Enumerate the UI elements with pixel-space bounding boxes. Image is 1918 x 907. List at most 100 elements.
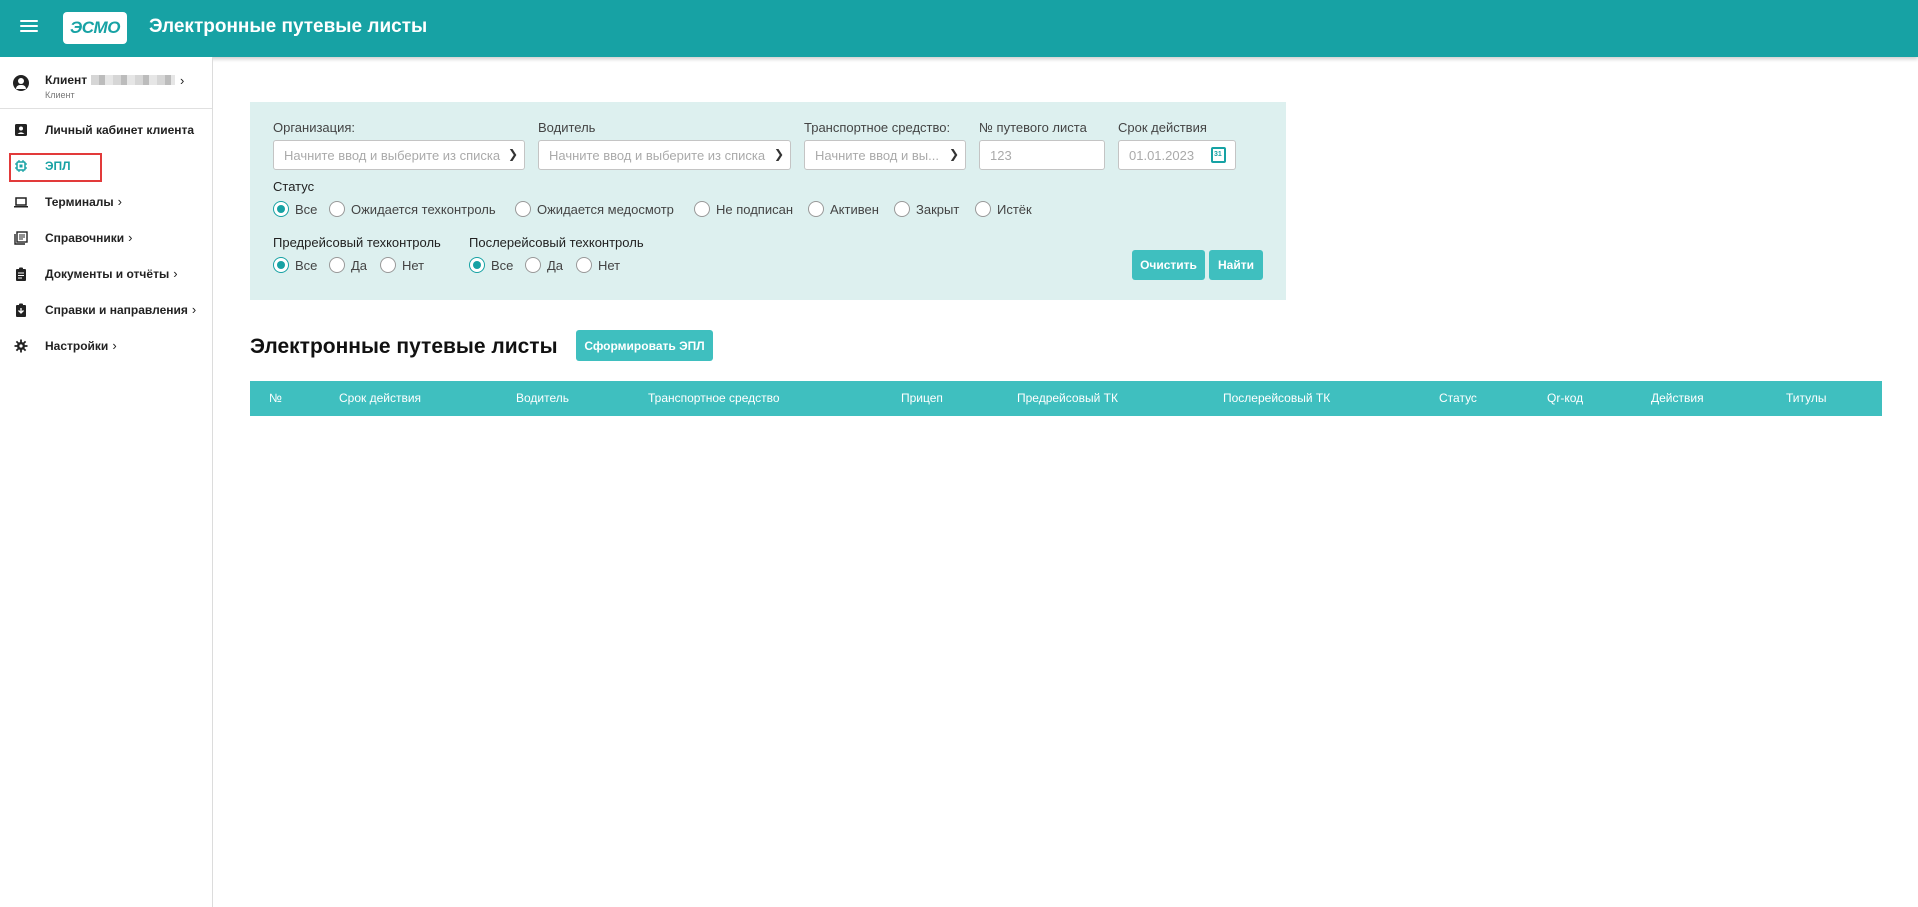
status-option-label: Закрыт xyxy=(916,202,960,217)
status-radio-unsigned[interactable] xyxy=(694,201,710,217)
waybill-number-placeholder: 123 xyxy=(990,148,1012,163)
sidebar: Клиент › Клиент Личный кабинет клиента Э… xyxy=(0,57,213,907)
chevron-right-icon: › xyxy=(117,194,122,209)
chevron-right-icon: › xyxy=(180,73,185,88)
sidebar-item-label: Справки и направления xyxy=(45,303,188,317)
chevron-right-icon: › xyxy=(191,302,197,317)
client-account[interactable]: Клиент › Клиент xyxy=(0,57,212,109)
column-header-validity[interactable]: Срок действия xyxy=(339,391,421,405)
contact-card-icon xyxy=(15,124,27,136)
client-name: Клиент xyxy=(45,73,88,87)
validity-placeholder: 01.01.2023 xyxy=(1129,148,1195,163)
vehicle-label: Транспортное средство: xyxy=(804,120,951,135)
post-trip-radio-no[interactable] xyxy=(576,257,592,273)
pre-trip-label: Предрейсовый техконтроль xyxy=(273,235,441,250)
column-header-titles[interactable]: Титулы xyxy=(1786,391,1827,405)
column-header-post-trip-tk[interactable]: Послерейсовый ТК xyxy=(1223,391,1330,405)
post-trip-option-label: Все xyxy=(491,258,514,273)
waybill-number-input[interactable]: 123 xyxy=(979,140,1105,170)
sidebar-item-terminals[interactable]: Терминалы › xyxy=(0,187,212,217)
status-radio-all[interactable] xyxy=(273,201,289,217)
pre-trip-radio-no[interactable] xyxy=(380,257,396,273)
pre-trip-radio-all[interactable] xyxy=(273,257,289,273)
chevron-right-icon: › xyxy=(128,230,133,245)
post-trip-option-label: Да xyxy=(547,258,564,273)
status-option-label: Истёк xyxy=(997,202,1032,217)
column-header-trailer[interactable]: Прицеп xyxy=(901,391,943,405)
create-epl-button[interactable]: Сформировать ЭПЛ xyxy=(576,330,713,361)
client-name-redacted xyxy=(91,75,175,85)
sidebar-item-label: Терминалы xyxy=(45,195,114,209)
chevron-right-icon: › xyxy=(173,266,178,281)
validity-label: Срок действия xyxy=(1118,120,1207,135)
column-header-qr-code[interactable]: Qr-код xyxy=(1547,391,1583,405)
driver-label: Водитель xyxy=(538,120,596,135)
app-logo[interactable]: ЭСМО xyxy=(63,12,127,44)
laptop-icon xyxy=(14,197,28,208)
vehicle-input[interactable]: Начните ввод и вы... ❯ xyxy=(804,140,966,170)
column-header-vehicle[interactable]: Транспортное средство xyxy=(648,391,780,405)
active-item-highlight xyxy=(9,153,102,182)
sidebar-item-documents-reports[interactable]: Документы и отчёты › xyxy=(0,259,212,289)
library-icon xyxy=(14,231,28,245)
chevron-down-icon[interactable]: ❯ xyxy=(949,147,959,161)
chevron-down-icon[interactable]: ❯ xyxy=(508,147,518,161)
column-header-driver[interactable]: Водитель xyxy=(516,391,569,405)
driver-input[interactable]: Начните ввод и выберите из списка ❯ xyxy=(538,140,791,170)
clear-button[interactable]: Очистить xyxy=(1132,250,1205,280)
driver-placeholder: Начните ввод и выберите из списка xyxy=(549,148,766,163)
validity-date-input[interactable]: 01.01.2023 xyxy=(1118,140,1236,170)
logo-text: ЭСМО xyxy=(70,18,120,37)
hamburger-menu-icon[interactable] xyxy=(20,17,42,37)
pre-trip-option-label: Нет xyxy=(402,258,425,273)
sidebar-item-label: Личный кабинет клиента xyxy=(45,123,195,137)
account-circle-icon xyxy=(13,75,29,91)
pre-trip-radio-yes[interactable] xyxy=(329,257,345,273)
status-radio-expired[interactable] xyxy=(975,201,991,217)
app-header: ЭСМО Электронные путевые листы xyxy=(0,0,1918,57)
status-option-label: Ожидается техконтроль xyxy=(351,202,496,217)
post-trip-radio-all[interactable] xyxy=(469,257,485,273)
search-button[interactable]: Найти xyxy=(1209,250,1263,280)
status-radio-awaiting-medical[interactable] xyxy=(515,201,531,217)
organization-input[interactable]: Начните ввод и выберите из списка ❯ xyxy=(273,140,525,170)
pre-trip-option-label: Все xyxy=(295,258,318,273)
clipboard-download-icon xyxy=(16,303,26,317)
status-option-label: Все xyxy=(295,202,318,217)
organization-placeholder: Начните ввод и выберите из списка xyxy=(284,148,501,163)
column-header-pre-trip-tk[interactable]: Предрейсовый ТК xyxy=(1017,391,1118,405)
column-header-number[interactable]: № xyxy=(269,391,282,405)
vehicle-placeholder: Начните ввод и вы... xyxy=(815,148,939,163)
status-option-label: Активен xyxy=(830,202,879,217)
sidebar-item-label: Документы и отчёты xyxy=(45,267,170,281)
column-header-actions[interactable]: Действия xyxy=(1651,391,1704,405)
status-label: Статус xyxy=(273,179,315,194)
status-radio-active[interactable] xyxy=(808,201,824,217)
table-header: № Срок действия Водитель Транспортное ср… xyxy=(250,381,1882,416)
sidebar-item-label: Настройки xyxy=(45,339,109,353)
chevron-right-icon: › xyxy=(112,338,117,353)
sidebar-item-label: Справочники xyxy=(45,231,125,245)
waybill-number-label: № путевого листа xyxy=(979,120,1087,135)
chevron-down-icon[interactable]: ❯ xyxy=(774,147,784,161)
gear-icon xyxy=(14,339,28,353)
filter-panel: Организация: Начните ввод и выберите из … xyxy=(250,102,1286,300)
post-trip-option-label: Нет xyxy=(598,258,621,273)
pre-trip-option-label: Да xyxy=(351,258,368,273)
status-option-label: Не подписан xyxy=(716,202,794,217)
sidebar-item-directories[interactable]: Справочники › xyxy=(0,223,212,253)
status-radio-awaiting-tech[interactable] xyxy=(329,201,345,217)
sidebar-item-settings[interactable]: Настройки › xyxy=(0,331,212,361)
header-title: Электронные путевые листы xyxy=(149,16,428,37)
post-trip-label: Послерейсовый техконтроль xyxy=(469,235,644,250)
status-radio-closed[interactable] xyxy=(894,201,910,217)
clipboard-icon xyxy=(16,267,26,281)
sidebar-item-certificates[interactable]: Справки и направления › xyxy=(0,295,212,325)
status-option-label: Ожидается медосмотр xyxy=(537,202,674,217)
post-trip-radio-yes[interactable] xyxy=(525,257,541,273)
calendar-icon[interactable] xyxy=(1211,147,1226,163)
sidebar-item-client-cabinet[interactable]: Личный кабинет клиента xyxy=(0,115,212,145)
organization-label: Организация: xyxy=(273,120,356,135)
client-role: Клиент xyxy=(45,90,75,100)
column-header-status[interactable]: Статус xyxy=(1439,391,1477,405)
